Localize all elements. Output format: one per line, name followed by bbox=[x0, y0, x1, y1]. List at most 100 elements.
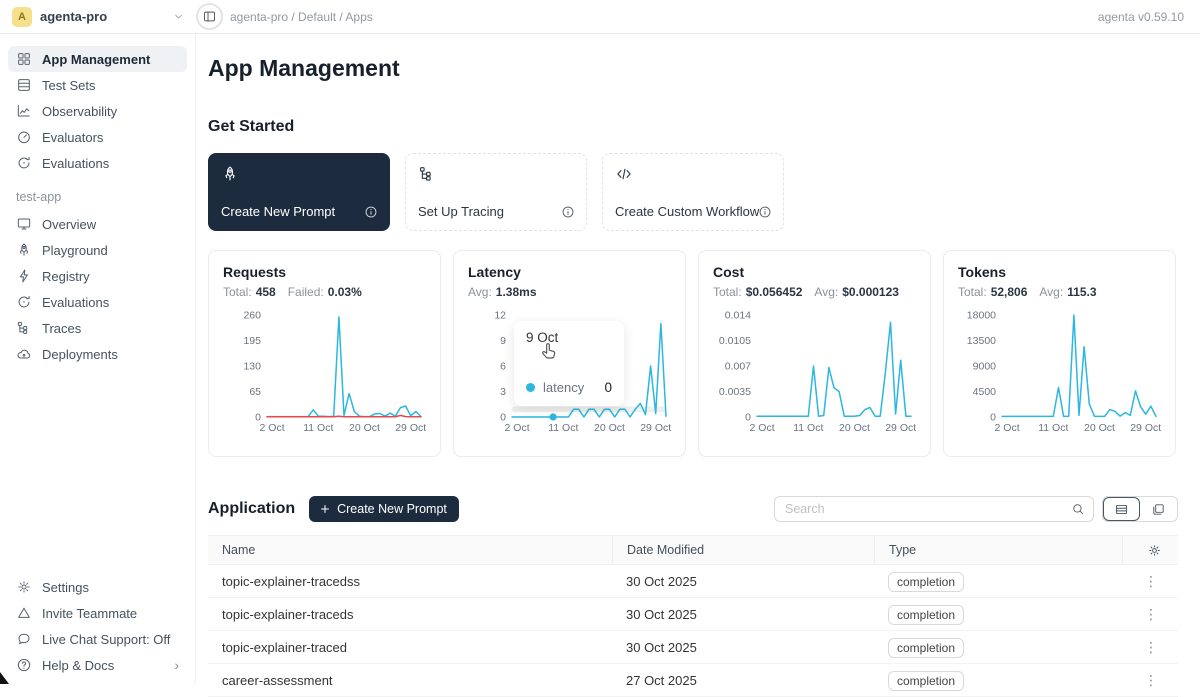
sidebar: App Management Test Sets Observability Eval… bbox=[0, 34, 196, 684]
row-menu-button[interactable]: ⋮ bbox=[1140, 606, 1162, 623]
column-header-name[interactable]: Name bbox=[208, 543, 612, 557]
sidebar-collapse-button[interactable] bbox=[196, 3, 223, 30]
svg-text:29 Oct: 29 Oct bbox=[885, 422, 916, 434]
row-actions: ⋮ bbox=[1122, 606, 1178, 623]
row-menu-button[interactable]: ⋮ bbox=[1140, 639, 1162, 656]
type-cell: completion bbox=[874, 640, 1122, 655]
sidebar-item-overview[interactable]: Overview bbox=[8, 211, 187, 237]
sidebar-item-settings[interactable]: Settings bbox=[8, 574, 187, 600]
app-version: agenta v0.59.10 bbox=[1098, 10, 1184, 24]
sidebar-item-label: Traces bbox=[42, 321, 81, 336]
table-view-icon bbox=[1114, 502, 1129, 517]
sidebar-item-invite-teammate[interactable]: Invite Teammate bbox=[8, 600, 187, 626]
sidebar-item-label: Observability bbox=[42, 104, 117, 119]
sidebar-item-registry[interactable]: Registry bbox=[8, 263, 187, 289]
table-row-career-assessment[interactable]: career-assessment27 Oct 2025completion⋮ bbox=[208, 664, 1178, 697]
info-icon[interactable] bbox=[364, 205, 378, 219]
workspace-selector[interactable]: A agenta-pro bbox=[0, 7, 196, 27]
svg-text:2 Oct: 2 Oct bbox=[750, 422, 775, 434]
sidebar-item-evaluations[interactable]: Evaluations bbox=[8, 150, 187, 176]
search-icon[interactable] bbox=[1071, 502, 1085, 516]
table-icon bbox=[16, 77, 32, 93]
table-view-button[interactable] bbox=[1103, 497, 1140, 521]
main-content: App Management Get Started Create New Pr… bbox=[196, 34, 1200, 684]
sidebar-item-traces[interactable]: Traces bbox=[8, 315, 187, 341]
app-name-cell[interactable]: topic-explainer-tracedss bbox=[208, 574, 612, 589]
info-icon[interactable] bbox=[758, 205, 772, 219]
type-cell: completion bbox=[874, 574, 1122, 589]
sidebar-item-deployments[interactable]: Deployments bbox=[8, 341, 187, 367]
table-settings-gear-icon[interactable] bbox=[1147, 543, 1162, 558]
chart-stats: Total:458Failed:0.03% bbox=[223, 285, 426, 299]
tooltip-series-label: latency bbox=[543, 380, 584, 395]
workspace-avatar: A bbox=[12, 7, 32, 27]
svg-text:3: 3 bbox=[500, 386, 506, 398]
bolt-icon bbox=[16, 268, 32, 284]
gear-icon bbox=[16, 579, 32, 595]
sidebar-item-label: Playground bbox=[42, 243, 108, 258]
svg-text:130: 130 bbox=[243, 361, 261, 373]
chevron-down-icon bbox=[173, 11, 184, 22]
date-modified-cell: 30 Oct 2025 bbox=[612, 574, 874, 589]
svg-text:12: 12 bbox=[494, 310, 506, 322]
breadcrumb: agenta-pro / Default / Apps bbox=[230, 10, 373, 24]
sidebar-item-test-sets[interactable]: Test Sets bbox=[8, 72, 187, 98]
create-new-prompt-card[interactable]: Create New Prompt bbox=[208, 153, 390, 231]
table-row-topic-explainer-traceds[interactable]: topic-explainer-traceds30 Oct 2025comple… bbox=[208, 598, 1178, 631]
table-row-topic-explainer-traced[interactable]: topic-explainer-traced30 Oct 2025complet… bbox=[208, 631, 1178, 664]
sidebar-item-app-management[interactable]: App Management bbox=[8, 46, 187, 72]
plus-icon bbox=[319, 503, 331, 515]
create-custom-workflow-card[interactable]: Create Custom Workflow bbox=[602, 153, 784, 231]
column-header-type[interactable]: Type bbox=[874, 536, 1122, 564]
search-box[interactable] bbox=[774, 496, 1094, 522]
sidebar-item-playground[interactable]: Playground bbox=[8, 237, 187, 263]
info-icon[interactable] bbox=[561, 205, 575, 219]
svg-text:2 Oct: 2 Oct bbox=[260, 422, 285, 434]
search-input[interactable] bbox=[783, 501, 1071, 517]
row-menu-button[interactable]: ⋮ bbox=[1140, 672, 1162, 689]
get-started-cards: Create New Prompt Set Up Tracing Create … bbox=[208, 153, 1178, 231]
app-name-cell[interactable]: topic-explainer-traced bbox=[208, 640, 612, 655]
workspace-name: agenta-pro bbox=[40, 9, 107, 24]
grid-icon bbox=[16, 51, 32, 67]
svg-text:13500: 13500 bbox=[967, 335, 996, 347]
column-header-date-modified[interactable]: Date Modified bbox=[612, 536, 874, 564]
top-bar: A agenta-pro agenta-pro / Default / Apps… bbox=[0, 0, 1200, 34]
svg-text:18000: 18000 bbox=[967, 310, 996, 322]
chart-stat: Total:458 bbox=[223, 285, 276, 299]
chart-plot[interactable]: 00.00350.0070.01050.0142 Oct11 Oct20 Oct… bbox=[713, 309, 918, 437]
sidebar-item-evaluations[interactable]: Evaluations bbox=[8, 289, 187, 315]
chart-plot[interactable]: 04500900013500180002 Oct11 Oct20 Oct29 O… bbox=[958, 309, 1163, 437]
panel-collapse-icon bbox=[202, 9, 217, 24]
rocket-icon bbox=[221, 165, 377, 183]
sidebar-item-help-docs[interactable]: Help & Docs› bbox=[8, 652, 187, 678]
card-label: Create New Prompt bbox=[221, 204, 335, 219]
svg-text:0.0105: 0.0105 bbox=[719, 335, 751, 347]
svg-text:2 Oct: 2 Oct bbox=[995, 422, 1020, 434]
app-name-cell[interactable]: career-assessment bbox=[208, 673, 612, 688]
create-new-prompt-button[interactable]: Create New Prompt bbox=[309, 496, 459, 522]
get-started-heading: Get Started bbox=[208, 118, 1178, 136]
date-modified-cell: 30 Oct 2025 bbox=[612, 640, 874, 655]
chart-line-icon bbox=[16, 103, 32, 119]
svg-text:20 Oct: 20 Oct bbox=[349, 422, 380, 434]
date-modified-cell: 27 Oct 2025 bbox=[612, 673, 874, 688]
row-menu-button[interactable]: ⋮ bbox=[1140, 573, 1162, 590]
svg-text:9000: 9000 bbox=[973, 361, 997, 373]
type-badge: completion bbox=[888, 605, 964, 625]
chart-plot[interactable]: 0651301952602 Oct11 Oct20 Oct29 Oct bbox=[223, 309, 428, 437]
sidebar-item-label: App Management bbox=[42, 52, 150, 67]
set-up-tracing-card[interactable]: Set Up Tracing bbox=[405, 153, 587, 231]
sidebar-item-evaluators[interactable]: Evaluators bbox=[8, 124, 187, 150]
trace-icon bbox=[418, 165, 574, 183]
sidebar-item-observability[interactable]: Observability bbox=[8, 98, 187, 124]
app-name-cell[interactable]: topic-explainer-traceds bbox=[208, 607, 612, 622]
table-row-topic-explainer-tracedss[interactable]: topic-explainer-tracedss30 Oct 2025compl… bbox=[208, 565, 1178, 598]
mouse-cursor-icon bbox=[539, 342, 559, 362]
svg-text:9: 9 bbox=[500, 335, 506, 347]
card-view-button[interactable] bbox=[1140, 497, 1177, 521]
chart-tooltip: 9 Oct latency 0 bbox=[514, 321, 624, 406]
sidebar-item-live-chat-support-off[interactable]: Live Chat Support: Off bbox=[8, 626, 187, 652]
sidebar-item-label: Live Chat Support: Off bbox=[42, 632, 170, 647]
svg-text:11 Oct: 11 Oct bbox=[793, 422, 823, 434]
